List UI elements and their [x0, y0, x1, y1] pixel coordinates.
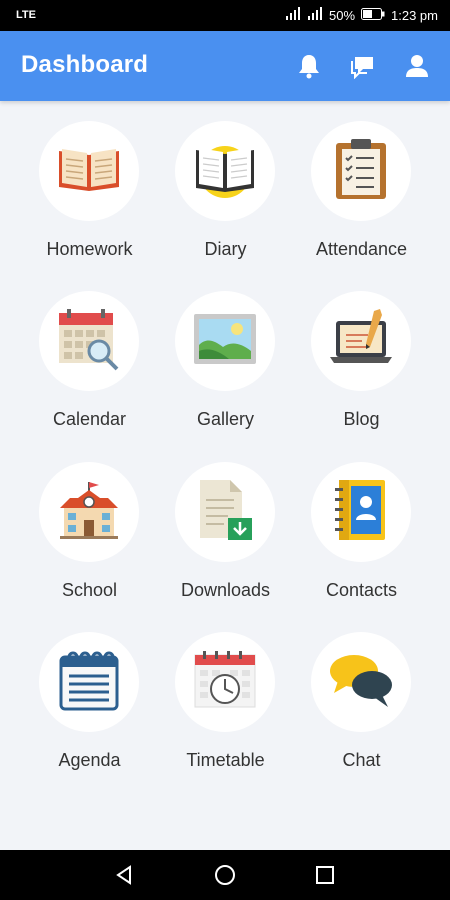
tile-contacts[interactable]: Contacts	[293, 442, 430, 602]
tile-icon-circle	[175, 632, 275, 732]
tile-label: Agenda	[58, 750, 121, 770]
tile-timetable[interactable]: Timetable	[157, 612, 294, 772]
tile-label: Attendance	[315, 239, 408, 259]
tile-downloads[interactable]: Downloads	[157, 442, 294, 602]
tile-label: Calendar	[52, 409, 127, 429]
tile-diary[interactable]: Diary	[157, 101, 294, 261]
tile-icon-circle	[39, 462, 139, 562]
tile-icon-circle	[175, 121, 275, 221]
tile-icon-circle	[175, 462, 275, 562]
page-title: Dashboard	[21, 51, 149, 78]
tile-label: Downloads	[180, 580, 271, 600]
diary-icon	[190, 134, 260, 209]
user-icon[interactable]	[402, 51, 432, 81]
speech-bubbles-icon	[328, 651, 394, 714]
recents-icon[interactable]	[311, 861, 339, 889]
tile-icon-circle	[175, 291, 275, 391]
school-building-icon	[56, 480, 122, 545]
status-right: 50% 1:23 pm	[285, 7, 438, 24]
home-icon[interactable]	[211, 861, 239, 889]
picture-icon	[193, 313, 257, 370]
tile-label: Chat	[342, 750, 381, 770]
tile-icon-circle	[39, 291, 139, 391]
tile-label: Contacts	[325, 580, 398, 600]
tile-icon-circle	[311, 121, 411, 221]
tile-gallery[interactable]: Gallery	[157, 271, 294, 431]
laptop-pen-icon	[326, 307, 396, 376]
tile-icon-circle	[39, 121, 139, 221]
battery-icon	[361, 8, 385, 23]
system-nav-bar	[0, 850, 450, 900]
agenda-notepad-icon	[59, 649, 119, 716]
calendar-search-icon	[57, 307, 121, 376]
tile-label: School	[61, 580, 118, 600]
status-bar: LTE 50% 1:23 pm	[0, 0, 450, 31]
open-book-icon	[56, 145, 122, 198]
tile-calendar[interactable]: Calendar	[21, 271, 158, 431]
tile-label: Timetable	[186, 750, 265, 770]
tile-agenda[interactable]: Agenda	[21, 612, 158, 772]
tile-label: Diary	[204, 239, 247, 259]
signal-icon	[285, 7, 301, 24]
header-actions	[294, 51, 432, 81]
app-bar: Dashboard	[0, 31, 450, 101]
timetable-clock-icon	[193, 649, 257, 716]
clock: 1:23 pm	[391, 8, 438, 23]
network-type: LTE	[16, 9, 36, 21]
back-icon[interactable]	[111, 861, 139, 889]
tile-label: Gallery	[196, 409, 254, 429]
tile-icon-circle	[311, 632, 411, 732]
tile-label: Blog	[343, 409, 380, 429]
tile-school[interactable]: School	[21, 442, 158, 602]
tile-label: Homework	[46, 239, 133, 259]
clipboard-checklist-icon	[334, 137, 388, 206]
tile-blog[interactable]: Blog	[293, 271, 430, 431]
signal-icon	[307, 7, 323, 24]
bell-icon[interactable]	[294, 51, 324, 81]
tile-icon-circle	[311, 291, 411, 391]
tile-attendance[interactable]: Attendance	[293, 101, 430, 261]
tile-icon-circle	[311, 462, 411, 562]
tile-homework[interactable]: Homework	[21, 101, 158, 261]
chat-bubbles-icon[interactable]	[348, 51, 378, 81]
address-book-icon	[333, 478, 389, 547]
tile-icon-circle	[39, 632, 139, 732]
tile-chat[interactable]: Chat	[293, 612, 430, 772]
battery-level: 50%	[328, 8, 356, 23]
document-download-icon	[196, 478, 254, 547]
